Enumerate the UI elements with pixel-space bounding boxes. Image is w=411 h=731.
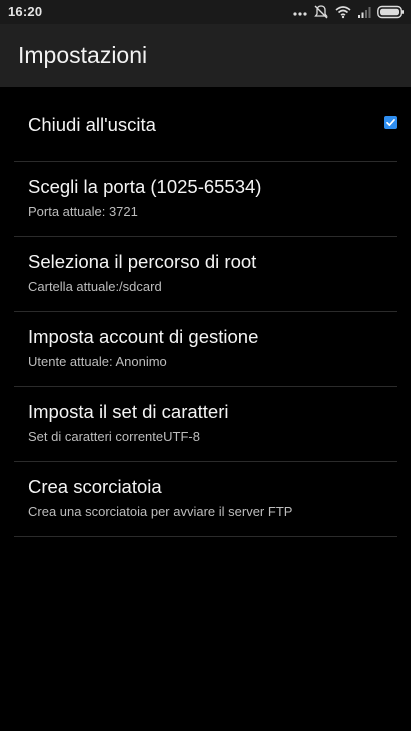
- setting-title: Imposta account di gestione: [28, 326, 259, 347]
- setting-title: Seleziona il percorso di root: [28, 251, 257, 272]
- setting-charset[interactable]: Imposta il set di caratteri Set di carat…: [0, 387, 411, 462]
- setting-shortcut[interactable]: Crea scorciatoia Crea una scorciatoia pe…: [0, 462, 411, 537]
- app-bar: Impostazioni: [0, 24, 411, 87]
- setting-subtitle: Set di caratteri correnteUTF-8: [28, 429, 200, 444]
- page-title: Impostazioni: [18, 42, 148, 68]
- setting-subtitle: Crea una scorciatoia per avviare il serv…: [28, 504, 293, 519]
- setting-subtitle: Porta attuale: 3721: [28, 204, 138, 219]
- wifi-icon: [335, 5, 351, 19]
- close-on-exit-checkbox[interactable]: [384, 116, 397, 129]
- setting-title: Chiudi all'uscita: [28, 114, 156, 135]
- signal-icon: [357, 5, 371, 19]
- setting-close-on-exit[interactable]: Chiudi all'uscita: [0, 87, 411, 162]
- setting-root-path[interactable]: Seleziona il percorso di root Cartella a…: [0, 237, 411, 312]
- mute-icon: [313, 4, 329, 20]
- setting-title: Imposta il set di caratteri: [28, 401, 229, 422]
- setting-subtitle: Utente attuale: Anonimo: [28, 354, 167, 369]
- setting-subtitle: Cartella attuale:/sdcard: [28, 279, 162, 294]
- battery-icon: [377, 5, 405, 19]
- status-time: 16:20: [8, 4, 43, 19]
- settings-list: Chiudi all'uscita Scegli la porta (1025-…: [0, 87, 411, 537]
- divider: [14, 536, 397, 537]
- setting-port[interactable]: Scegli la porta (1025-65534) Porta attua…: [0, 162, 411, 237]
- setting-title: Scegli la porta (1025-65534): [28, 176, 262, 197]
- status-icons: [293, 3, 405, 21]
- status-bar: 16:20: [0, 0, 411, 24]
- setting-account[interactable]: Imposta account di gestione Utente attua…: [0, 312, 411, 387]
- setting-title: Crea scorciatoia: [28, 476, 162, 497]
- dots-icon: [293, 5, 307, 19]
- check-icon: [386, 119, 395, 126]
